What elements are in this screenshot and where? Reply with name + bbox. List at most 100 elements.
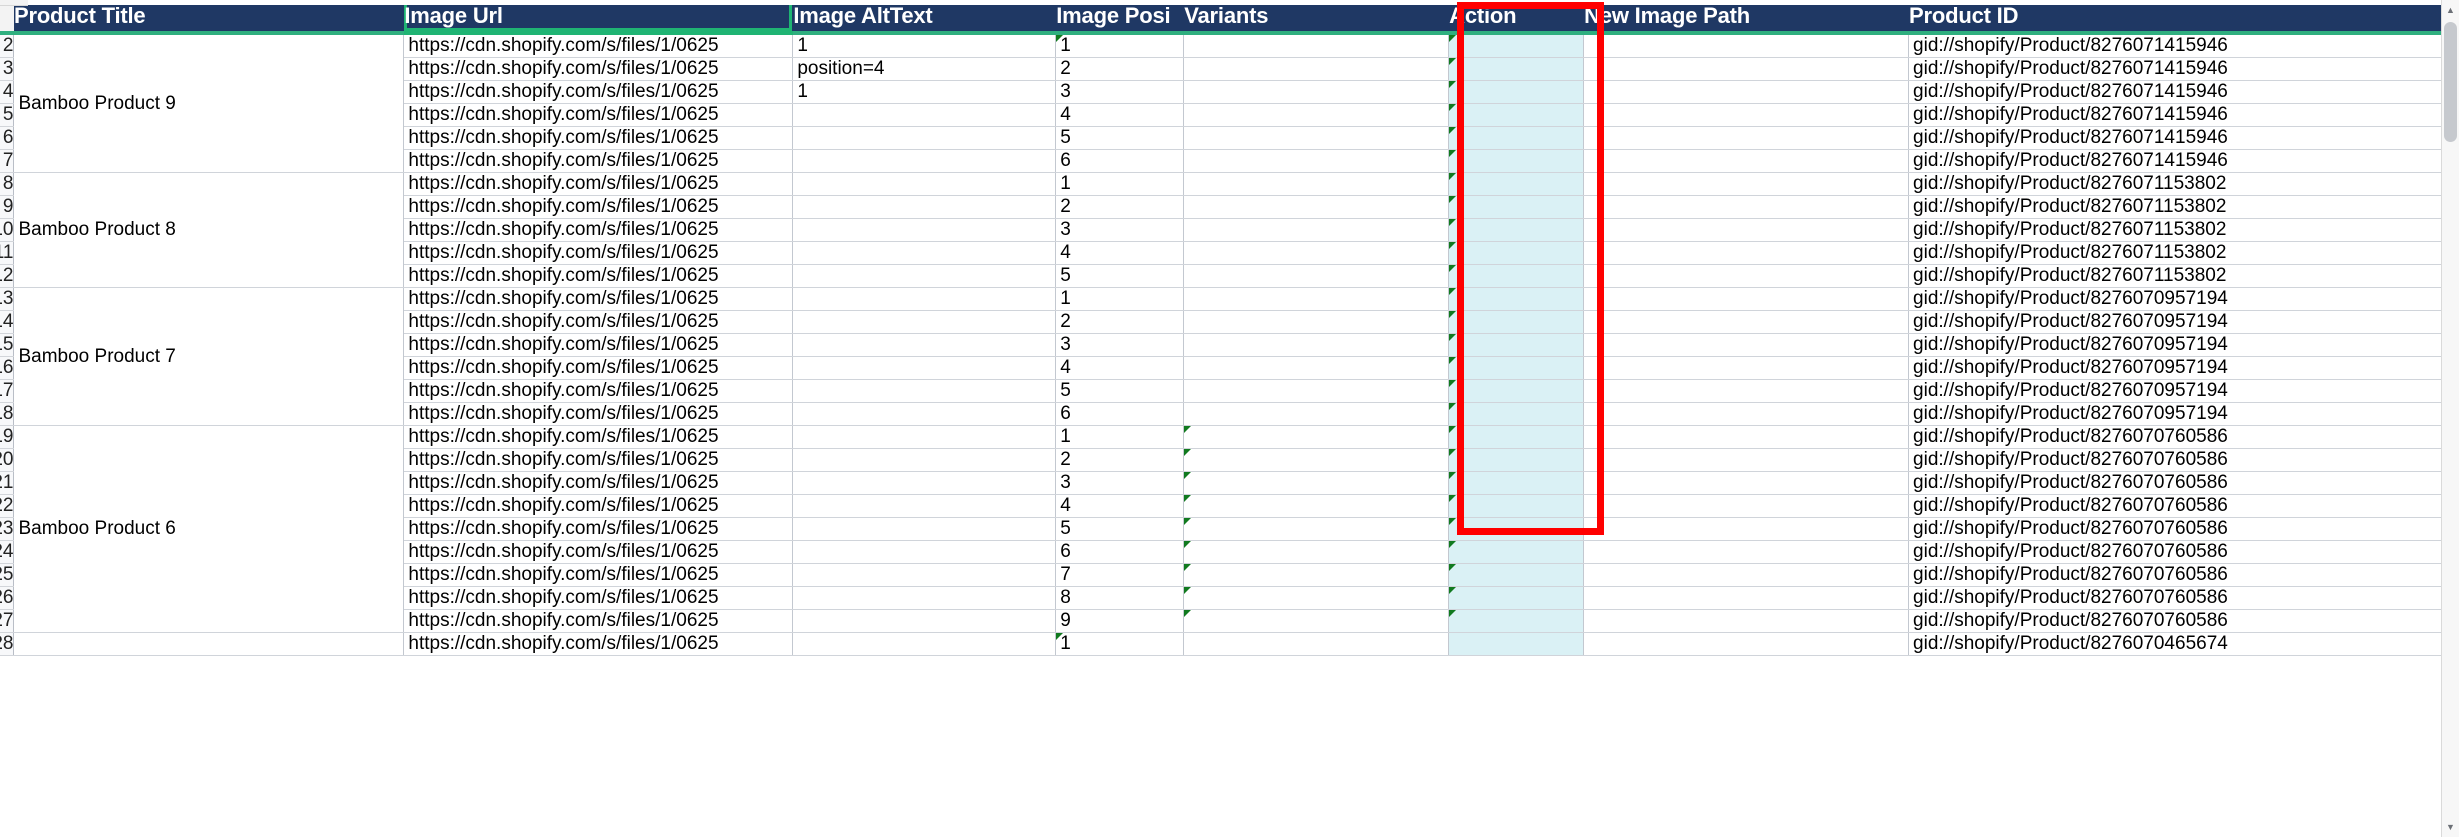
cell-image-url[interactable]: https://cdn.shopify.com/s/files/1/0625 xyxy=(403,379,794,403)
cell-product-id[interactable]: gid://shopify/Product/8276071415946 xyxy=(1908,80,2445,104)
cell-new-image-path[interactable] xyxy=(1583,540,1910,564)
cell-image-url[interactable]: https://cdn.shopify.com/s/files/1/0625 xyxy=(403,264,794,288)
cell-image-url[interactable]: https://cdn.shopify.com/s/files/1/0625 xyxy=(403,448,794,472)
cell-image-position[interactable]: 2 xyxy=(1055,310,1185,334)
row-header[interactable]: 17 xyxy=(0,379,15,403)
cell-action[interactable] xyxy=(1448,356,1585,380)
cell-action[interactable] xyxy=(1448,126,1585,150)
row-header[interactable]: 24 xyxy=(0,540,15,564)
cell-product-id[interactable]: gid://shopify/Product/8276070760586 xyxy=(1908,471,2445,495)
cell-image-position[interactable]: 1 xyxy=(1055,172,1185,196)
cell-new-image-path[interactable] xyxy=(1583,609,1910,633)
cell-product-id[interactable]: gid://shopify/Product/8276071415946 xyxy=(1908,103,2445,127)
cell-new-image-path[interactable] xyxy=(1583,57,1910,81)
cell-image-alttext[interactable] xyxy=(792,333,1057,357)
cell-image-position[interactable]: 1 xyxy=(1055,287,1185,311)
cell-image-position[interactable]: 2 xyxy=(1055,195,1185,219)
cell-new-image-path[interactable] xyxy=(1583,494,1910,518)
cell-image-alttext[interactable] xyxy=(792,494,1057,518)
cell-image-position[interactable]: 3 xyxy=(1055,333,1185,357)
cell-product-id[interactable]: gid://shopify/Product/8276071153802 xyxy=(1908,172,2445,196)
cell-image-url[interactable]: https://cdn.shopify.com/s/files/1/0625 xyxy=(403,103,794,127)
cell-new-image-path[interactable] xyxy=(1583,563,1910,587)
cell-action[interactable] xyxy=(1448,448,1585,472)
row-header[interactable]: 16 xyxy=(0,356,15,380)
cell-new-image-path[interactable] xyxy=(1583,287,1910,311)
cell-image-alttext[interactable] xyxy=(792,517,1057,541)
cell-image-position[interactable]: 5 xyxy=(1055,126,1185,150)
image-url-link[interactable]: https://cdn.shopify.com/s/files/1/0625 xyxy=(408,35,718,56)
cell-image-url[interactable]: https://cdn.shopify.com/s/files/1/0625 xyxy=(403,218,794,242)
cell-new-image-path[interactable] xyxy=(1583,356,1910,380)
cell-variants[interactable] xyxy=(1183,609,1450,633)
cell-variants[interactable] xyxy=(1183,494,1450,518)
cell-product-id[interactable]: gid://shopify/Product/8276070760586 xyxy=(1908,540,2445,564)
row-header[interactable]: 6 xyxy=(0,126,15,150)
cell-variants[interactable] xyxy=(1183,218,1450,242)
cell-new-image-path[interactable] xyxy=(1583,172,1910,196)
cell-variants[interactable] xyxy=(1183,356,1450,380)
cell-action[interactable] xyxy=(1448,425,1585,449)
cell-variants[interactable] xyxy=(1183,264,1450,288)
spreadsheet-body[interactable]: 2 Bamboo Product 9 https://cdn.shopify.com… xyxy=(0,33,2445,656)
cell-variants[interactable] xyxy=(1183,586,1450,610)
spreadsheet-grid[interactable]: Product Title Image Url Image AltText Im… xyxy=(0,0,2445,656)
cell-action[interactable] xyxy=(1448,241,1585,265)
cell-image-position[interactable]: 2 xyxy=(1055,57,1185,81)
cell-action[interactable] xyxy=(1448,33,1585,58)
cell-product-id[interactable]: gid://shopify/Product/8276071153802 xyxy=(1908,241,2445,265)
cell-image-alttext[interactable] xyxy=(792,264,1057,288)
cell-variants[interactable] xyxy=(1183,379,1450,403)
cell-image-position[interactable]: 1 xyxy=(1055,632,1185,656)
cell-variants[interactable] xyxy=(1183,517,1450,541)
cell-image-alttext[interactable] xyxy=(792,149,1057,173)
table-row[interactable]: 8 Bamboo Product 8 https://cdn.shopify.com… xyxy=(0,172,2445,288)
cell-product-id[interactable]: gid://shopify/Product/8276070760586 xyxy=(1908,517,2445,541)
cell-product-id[interactable]: gid://shopify/Product/8276071153802 xyxy=(1908,218,2445,242)
cell-image-url[interactable]: https://cdn.shopify.com/s/files/1/0625 xyxy=(403,241,794,265)
cell-image-url[interactable]: https://cdn.shopify.com/s/files/1/0625 xyxy=(403,632,794,656)
cell-image-alttext[interactable] xyxy=(792,563,1057,587)
cell-image-position[interactable]: 4 xyxy=(1055,356,1185,380)
cell-image-position[interactable]: 6 xyxy=(1055,402,1185,426)
cell-variants[interactable] xyxy=(1183,172,1450,196)
cell-image-position[interactable]: 4 xyxy=(1055,103,1185,127)
image-url-link[interactable]: https://cdn.shopify.com/s/files/1/0625 xyxy=(408,357,718,378)
cell-image-position[interactable]: 9 xyxy=(1055,609,1185,633)
image-url-link[interactable]: https://cdn.shopify.com/s/files/1/0625 xyxy=(408,150,718,171)
image-url-link[interactable]: https://cdn.shopify.com/s/files/1/0625 xyxy=(408,449,718,470)
cell-new-image-path[interactable] xyxy=(1583,402,1910,426)
cell-image-position[interactable]: 1 xyxy=(1055,33,1185,58)
row-header[interactable]: 23 xyxy=(0,517,15,541)
cell-image-alttext[interactable] xyxy=(792,195,1057,219)
cell-action[interactable] xyxy=(1448,517,1585,541)
row-header[interactable]: 21 xyxy=(0,471,15,495)
row-header[interactable]: 28 xyxy=(0,632,15,656)
cell-image-url[interactable]: https://cdn.shopify.com/s/files/1/0625 xyxy=(403,149,794,173)
cell-image-position[interactable]: 4 xyxy=(1055,241,1185,265)
cell-product-id[interactable]: gid://shopify/Product/8276070760586 xyxy=(1908,425,2445,449)
cell-variants[interactable] xyxy=(1183,540,1450,564)
cell-new-image-path[interactable] xyxy=(1583,126,1910,150)
cell-action[interactable] xyxy=(1448,103,1585,127)
row-header[interactable]: 5 xyxy=(0,103,15,127)
cell-action[interactable] xyxy=(1448,586,1585,610)
cell-product-title[interactable]: Bamboo Product 7 xyxy=(13,287,405,426)
table-row[interactable]: 1 3 Bamboo Product 7https://cdn.shopify.co… xyxy=(0,287,2445,426)
cell-image-position[interactable]: 1 xyxy=(1055,425,1185,449)
cell-image-alttext[interactable] xyxy=(792,402,1057,426)
cell-image-url[interactable]: https://cdn.shopify.com/s/files/1/0625 xyxy=(403,563,794,587)
cell-new-image-path[interactable] xyxy=(1583,379,1910,403)
cell-image-alttext[interactable] xyxy=(792,379,1057,403)
cell-image-position[interactable]: 5 xyxy=(1055,264,1185,288)
cell-image-url[interactable]: https://cdn.shopify.com/s/files/1/0625 xyxy=(403,172,794,196)
cell-variants[interactable] xyxy=(1183,310,1450,334)
cell-image-alttext[interactable]: position=4 xyxy=(792,57,1057,81)
cell-variants[interactable] xyxy=(1183,402,1450,426)
cell-product-id[interactable]: gid://shopify/Product/8276070760586 xyxy=(1908,563,2445,587)
cell-new-image-path[interactable] xyxy=(1583,517,1910,541)
cell-product-id[interactable]: gid://shopify/Product/8276070760586 xyxy=(1908,494,2445,518)
image-url-link[interactable]: https://cdn.shopify.com/s/files/1/0625 xyxy=(408,495,718,516)
cell-image-alttext[interactable] xyxy=(792,448,1057,472)
image-url-link[interactable]: https://cdn.shopify.com/s/files/1/0625 xyxy=(408,334,718,355)
